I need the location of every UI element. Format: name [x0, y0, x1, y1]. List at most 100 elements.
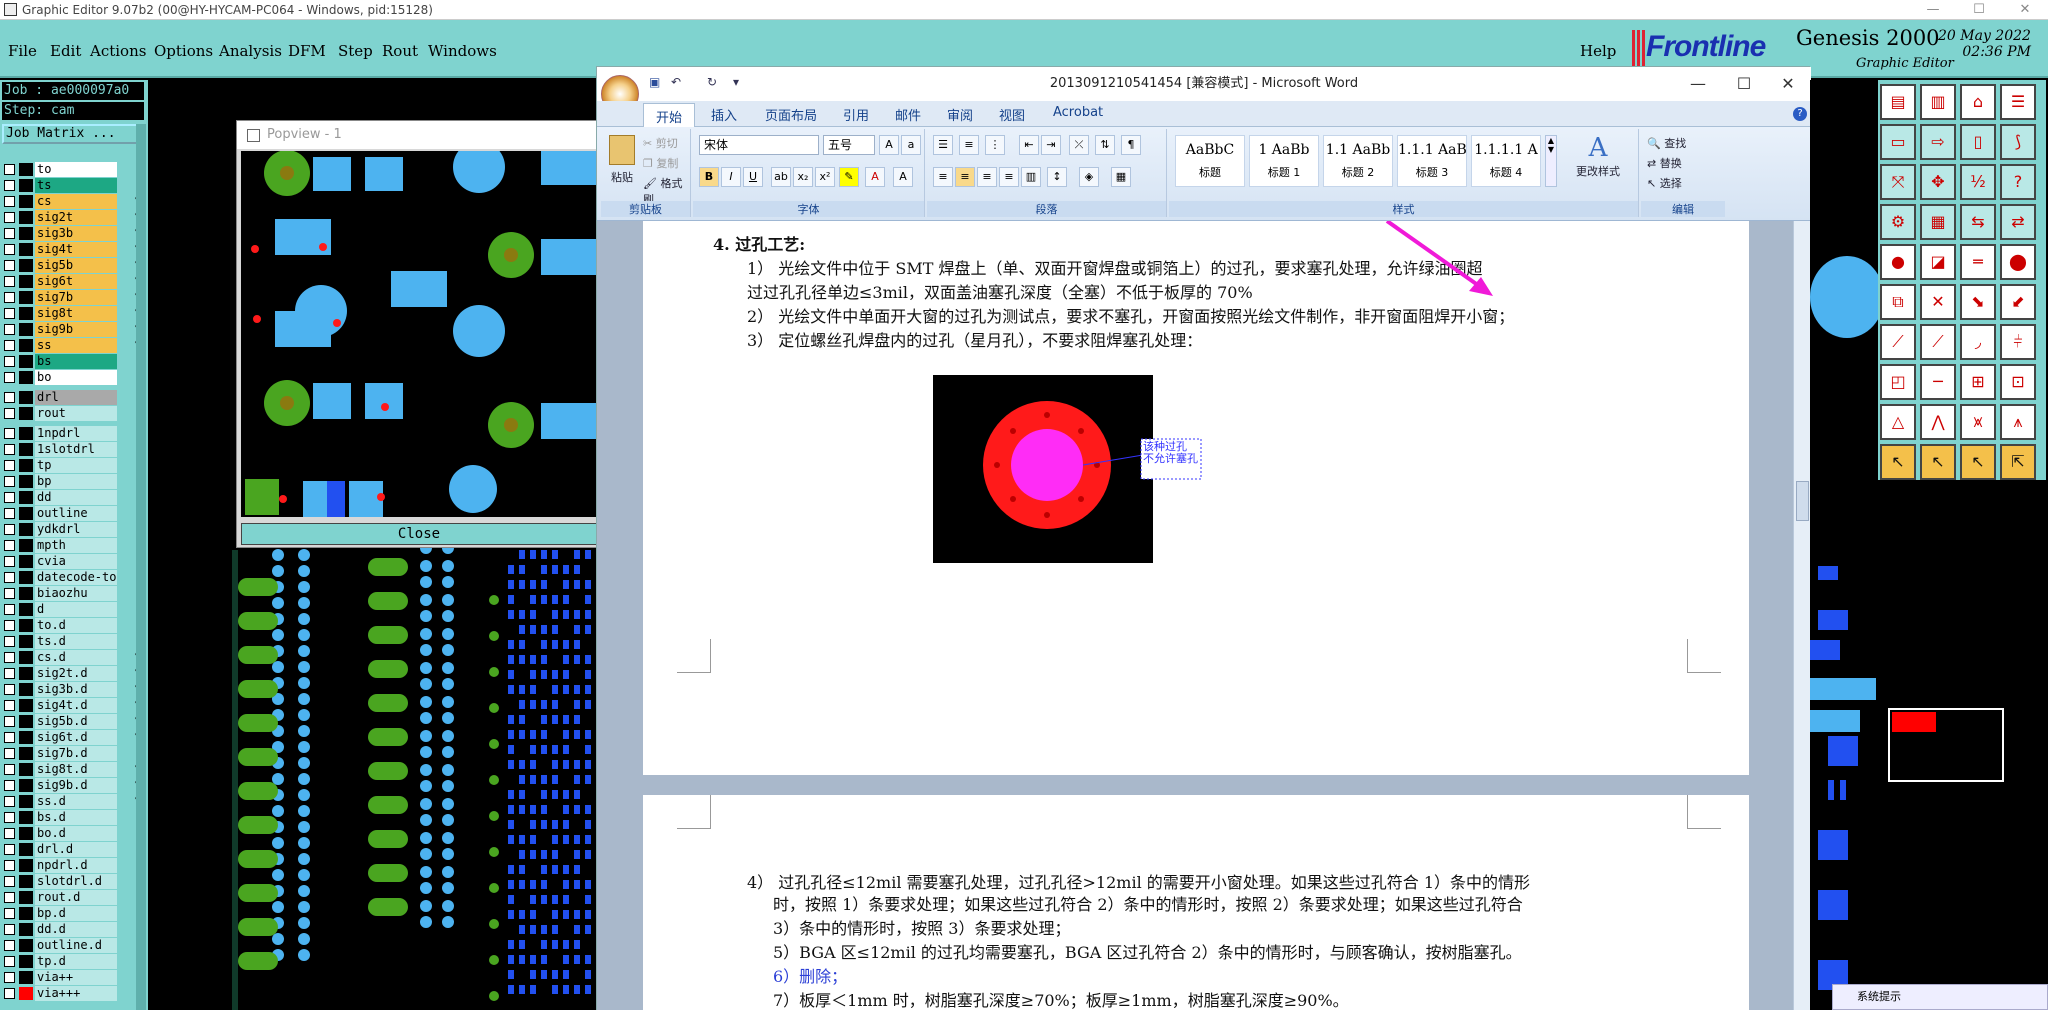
character-border-icon[interactable]: A — [893, 167, 913, 187]
layer-checkbox[interactable] — [4, 164, 15, 175]
layer-row[interactable]: bs — [2, 354, 144, 369]
layer-row[interactable]: slotdrl.d — [2, 874, 144, 889]
layer-checkbox[interactable] — [4, 556, 15, 567]
layer-row[interactable]: sig8t.d✎ — [2, 762, 144, 777]
layer-row[interactable]: outline — [2, 506, 144, 521]
layer-row[interactable]: outline.d — [2, 938, 144, 953]
system-prompt[interactable]: 系统提示 — [1832, 984, 2048, 1010]
layer-checkbox[interactable] — [4, 572, 15, 583]
layer-row[interactable]: ts — [2, 178, 144, 193]
tab-mailings[interactable]: 邮件 — [895, 105, 921, 124]
style-heading-2[interactable]: 1.1 AaBb 标题 2 — [1323, 135, 1393, 187]
layer-checkbox[interactable] — [4, 356, 15, 367]
menu-file[interactable]: File — [8, 42, 37, 60]
layer-scrollbar[interactable] — [136, 124, 146, 1010]
layer-checkbox[interactable] — [4, 796, 15, 807]
layer-checkbox[interactable] — [4, 428, 15, 439]
bullets-icon[interactable]: ☰ — [933, 135, 953, 155]
bold-icon[interactable]: B — [699, 167, 719, 187]
layer-checkbox[interactable] — [4, 972, 15, 983]
superscript-icon[interactable]: x² — [815, 167, 835, 187]
subscript-icon[interactable]: x₂ — [793, 167, 813, 187]
layer-row[interactable]: sig7b✎ — [2, 290, 144, 305]
show-marks-icon[interactable]: ¶ — [1121, 135, 1141, 155]
line-spacing-icon[interactable]: ↕ — [1047, 167, 1067, 187]
layer-row[interactable]: drl.d — [2, 842, 144, 857]
layer-row[interactable]: rout.d — [2, 890, 144, 905]
shrink-font-icon[interactable]: a — [901, 135, 921, 155]
document-page-2[interactable]: 4） 过孔孔径≤12mil 需要塞孔处理，过孔孔径>12mil 的需要开小窗处理… — [643, 795, 1749, 1010]
layer-name[interactable]: datecode-to — [35, 570, 117, 585]
font-color-icon[interactable]: A — [865, 167, 885, 187]
redo-icon[interactable]: ↻ — [707, 75, 717, 89]
layer-name[interactable]: rout — [35, 406, 117, 421]
italic-icon[interactable]: I — [721, 167, 741, 187]
font-size-combo[interactable]: 五号 — [823, 135, 875, 155]
layer-checkbox[interactable] — [4, 540, 15, 551]
layer-checkbox[interactable] — [4, 860, 15, 871]
layer-checkbox[interactable] — [4, 392, 15, 403]
layer-checkbox[interactable] — [4, 956, 15, 967]
copy-button[interactable]: ❐ 复制 — [643, 155, 678, 171]
layer-checkbox[interactable] — [4, 244, 15, 255]
layer-name[interactable]: sig9b — [35, 322, 117, 337]
layer-row[interactable]: dd — [2, 490, 144, 505]
layer-checkbox[interactable] — [4, 292, 15, 303]
layer-row[interactable]: bp.d — [2, 906, 144, 921]
layer-name[interactable]: to.d — [35, 618, 117, 633]
layer-checkbox[interactable] — [4, 476, 15, 487]
layer-row[interactable]: to.d — [2, 618, 144, 633]
layer-checkbox[interactable] — [4, 780, 15, 791]
layer-name[interactable]: mpth — [35, 538, 117, 553]
layer-checkbox[interactable] — [4, 180, 15, 191]
popview-title-bar[interactable]: Popview - 1 — [237, 121, 601, 149]
layer-name[interactable]: slotdrl.d — [35, 874, 117, 889]
layer-row[interactable]: sig9b✎ — [2, 322, 144, 337]
layer-name[interactable]: npdrl.d — [35, 858, 117, 873]
strikethrough-icon[interactable]: ab — [771, 167, 791, 187]
layer-checkbox[interactable] — [4, 636, 15, 647]
layer-name[interactable]: ss — [35, 338, 117, 353]
numbering-icon[interactable]: ≡ — [959, 135, 979, 155]
layer-row[interactable]: tp — [2, 458, 144, 473]
layer-name[interactable]: cs.d — [35, 650, 117, 665]
layer-name[interactable]: via++ — [35, 970, 117, 985]
layer-name[interactable]: bp — [35, 474, 117, 489]
underline-icon[interactable]: U — [743, 167, 763, 187]
menu-options[interactable]: Options — [154, 42, 213, 60]
multilevel-list-icon[interactable]: ⋮ — [985, 135, 1005, 155]
layer-name[interactable]: sig6t — [35, 274, 117, 289]
layer-name[interactable]: dd.d — [35, 922, 117, 937]
word-minimize-button[interactable]: — — [1675, 67, 1721, 101]
layer-name[interactable]: sig5b.d — [35, 714, 117, 729]
layer-checkbox[interactable] — [4, 324, 15, 335]
layer-name[interactable]: dd — [35, 490, 117, 505]
font-name-combo[interactable]: 宋体 — [699, 135, 819, 155]
layer-name[interactable]: sig7b — [35, 290, 117, 305]
menu-windows[interactable]: Windows — [428, 42, 497, 60]
layer-row[interactable]: to — [2, 162, 144, 177]
replace-button[interactable]: ⇄ 替换 — [1647, 155, 1682, 171]
paste-button[interactable]: 粘贴 — [607, 135, 637, 195]
word-close-button[interactable]: ✕ — [1765, 67, 1811, 101]
layer-checkbox[interactable] — [4, 492, 15, 503]
menu-rout[interactable]: Rout — [382, 42, 418, 60]
align-right-icon[interactable]: ≡ — [977, 167, 997, 187]
layer-row[interactable]: sig3b✎ — [2, 226, 144, 241]
layer-row[interactable]: sig2t.d✎ — [2, 666, 144, 681]
highlight-icon[interactable]: ✎ — [839, 167, 859, 187]
layer-row[interactable]: cvia — [2, 554, 144, 569]
layer-row[interactable]: cs.d✎ — [2, 650, 144, 665]
document-area[interactable]: 4. 过孔工艺: 1） 光绘文件中位于 SMT 焊盘上（单、双面开窗焊盘或铜箔上）… — [597, 221, 1793, 1010]
layer-checkbox[interactable] — [4, 588, 15, 599]
layer-row[interactable]: npdrl.d — [2, 858, 144, 873]
layer-checkbox[interactable] — [4, 340, 15, 351]
layer-checkbox[interactable] — [4, 228, 15, 239]
layer-name[interactable]: sig2t.d — [35, 666, 117, 681]
chinese-layout-icon[interactable]: ⤫ — [1069, 135, 1089, 155]
menu-help[interactable]: Help — [1580, 42, 1616, 60]
style-title[interactable]: AaBbC 标题 — [1175, 135, 1245, 187]
layer-checkbox[interactable] — [4, 276, 15, 287]
layer-row[interactable]: rout — [2, 406, 144, 421]
job-matrix-button[interactable]: Job Matrix ... — [2, 124, 144, 144]
